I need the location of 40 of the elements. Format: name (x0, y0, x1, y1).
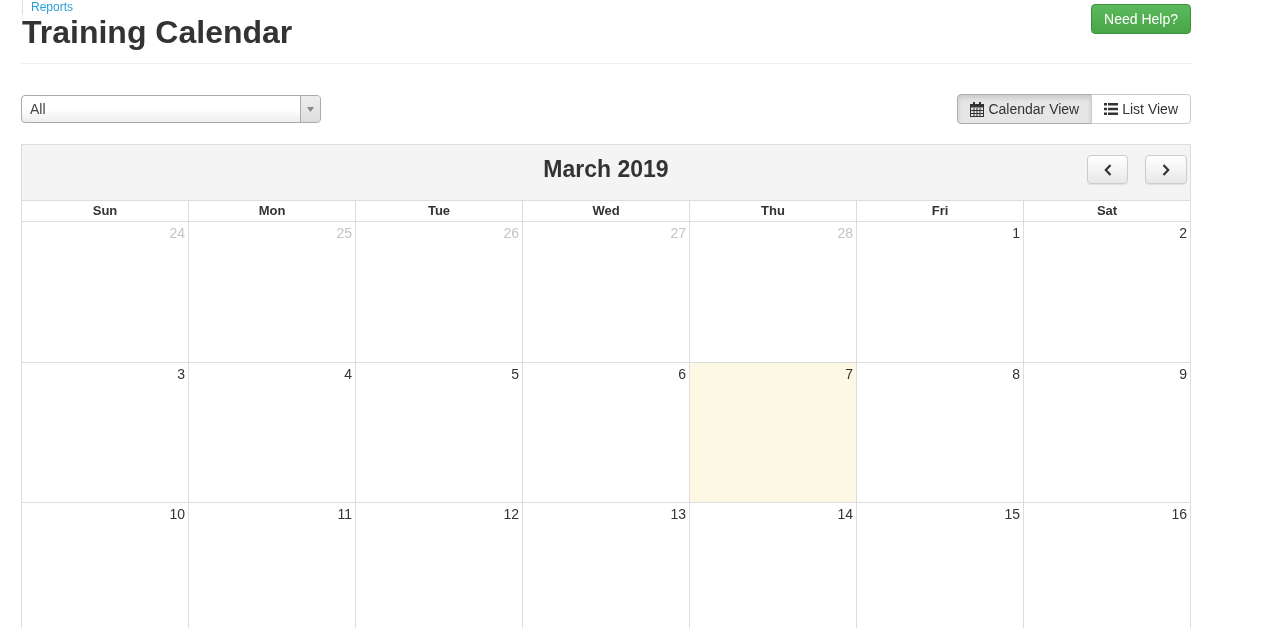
weekday-header: Wed (523, 201, 689, 221)
chevron-right-icon (1162, 163, 1170, 176)
day-number: 28 (837, 225, 853, 241)
day-number: 10 (169, 506, 185, 522)
page-title: Training Calendar (22, 15, 293, 49)
day-number: 9 (1179, 366, 1187, 382)
weekday-header: Mon (189, 201, 355, 221)
day-number: 24 (169, 225, 185, 241)
day-number: 13 (670, 506, 686, 522)
view-tab[interactable]: List View (1091, 94, 1191, 124)
caret-down-icon (307, 106, 314, 112)
calendar-icon (970, 101, 985, 117)
day-number: 4 (344, 366, 352, 382)
day-number: 16 (1171, 506, 1187, 522)
day-number: 25 (336, 225, 352, 241)
prev-month-button[interactable] (1087, 155, 1128, 184)
day-number: 6 (678, 366, 686, 382)
next-month-button[interactable] (1145, 155, 1187, 184)
day-number: 8 (1012, 366, 1020, 382)
weekday-header: Thu (690, 201, 856, 221)
day-number: 27 (670, 225, 686, 241)
day-number: 14 (837, 506, 853, 522)
day-number: 2 (1179, 225, 1187, 241)
day-number: 3 (177, 366, 185, 382)
day-number: 11 (337, 506, 352, 522)
weekday-header: Sun (22, 201, 188, 221)
list-icon (1104, 103, 1119, 115)
weekday-header: Fri (857, 201, 1023, 221)
day-number: 1 (1012, 225, 1020, 241)
weekday-header: Sat (1024, 201, 1190, 221)
chevron-left-icon (1103, 163, 1112, 176)
month-title: March 2019 (543, 156, 669, 183)
filter-dropdown[interactable]: All (21, 95, 321, 123)
view-tab[interactable]: Calendar View (957, 94, 1093, 124)
day-number: 15 (1004, 506, 1020, 522)
day-number: 7 (845, 366, 853, 382)
weekday-header: Tue (356, 201, 522, 221)
day-number: 12 (503, 506, 519, 522)
day-number: 5 (511, 366, 519, 382)
day-number: 26 (503, 225, 519, 241)
